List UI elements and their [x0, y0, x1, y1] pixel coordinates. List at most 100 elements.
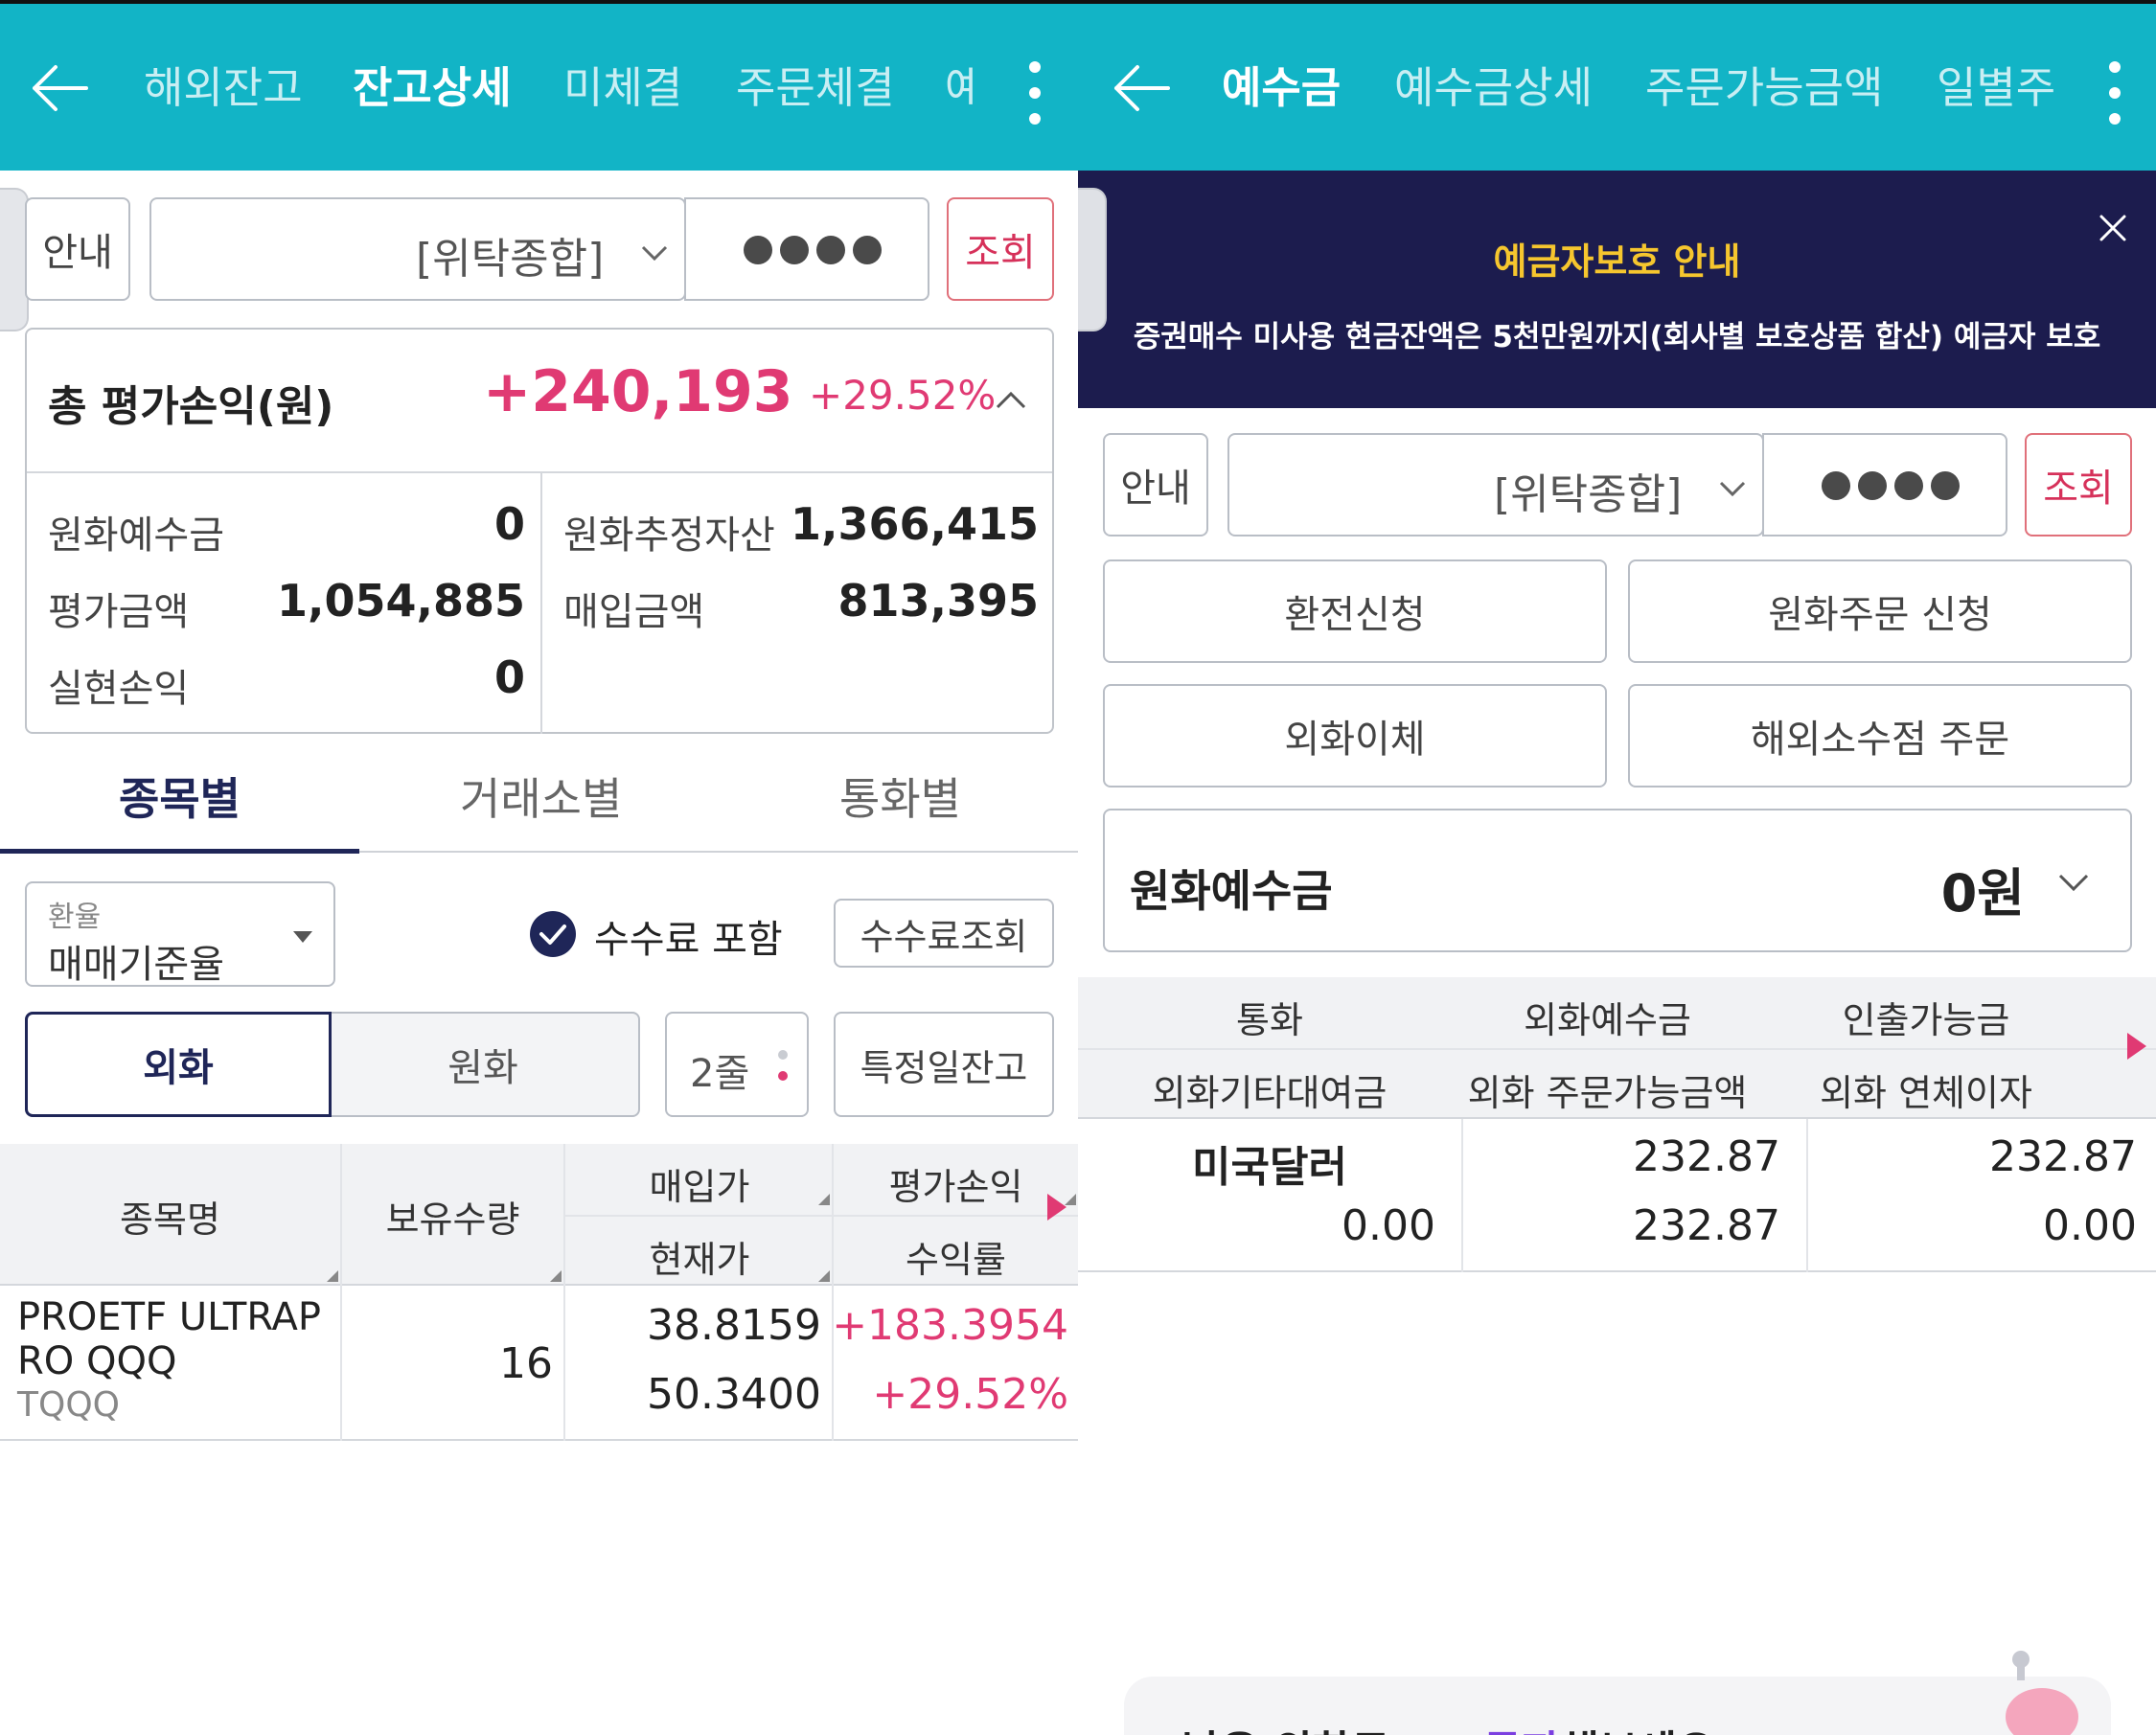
- col-header-current-price[interactable]: 현재가: [565, 1230, 834, 1283]
- checkbox-checked-icon[interactable]: [529, 910, 577, 958]
- currency-exchange-button[interactable]: 환전신청: [1103, 559, 1607, 663]
- withdrawable-value: 232.87: [1989, 1132, 2137, 1181]
- caret-down-icon: [293, 931, 312, 943]
- col-header-currency[interactable]: 통화: [1078, 991, 1461, 1043]
- col-header-name[interactable]: 종목명: [0, 1190, 340, 1243]
- notice-body: 증권매수 미사용 현금잔액은 5천만원까지(회사별 보호상품 합산) 예금자 보…: [1133, 320, 2101, 354]
- summary-header[interactable]: 총 평가손익(원) +240,193 +29.52%: [27, 330, 1052, 473]
- balance-detail-screen: 해외잔고 잔고상세 미체결 주문체결 예 안내 [위탁종합] 조회 총 평가손익…: [0, 0, 1078, 1735]
- col-header-fx-overdue-interest[interactable]: 외화 연체이자: [1754, 1063, 2099, 1116]
- password-mask: [1822, 471, 1960, 500]
- total-pl-percent: +29.52%: [809, 372, 997, 419]
- nav-tab-order-execution[interactable]: 주문체결: [736, 61, 895, 115]
- side-drawer-handle[interactable]: [1078, 188, 1107, 331]
- password-mask: [744, 236, 882, 264]
- password-field[interactable]: [684, 197, 929, 301]
- specific-date-balance-button[interactable]: 특정일잔고: [834, 1012, 1054, 1117]
- nav-tab-unfilled[interactable]: 미체결: [563, 61, 682, 115]
- foreign-currency-toggle[interactable]: 외화: [25, 1012, 332, 1117]
- info-button[interactable]: 안내: [25, 197, 130, 301]
- dot-indicator-icon: [778, 1050, 788, 1060]
- col-header-withdrawable[interactable]: 인출가능금: [1754, 991, 2099, 1043]
- krw-deposit-panel[interactable]: 원화예수금 0원: [1103, 809, 2132, 952]
- summary-divider: [540, 473, 542, 734]
- col-header-fx-orderable[interactable]: 외화 주문가능금액: [1442, 1063, 1773, 1116]
- deposit-screen: 예수금 예수금상세 주문가능금액 일별주 예금자보호 안내 증권매수 미사용 현…: [1078, 0, 2156, 1735]
- col-header-return[interactable]: 수익률: [834, 1230, 1078, 1283]
- depositor-protection-notice: 예금자보호 안내 증권매수 미사용 현금잔액은 5천만원까지(회사별 보호상품 …: [1078, 171, 2156, 408]
- promo-text-prefix: 남은 외화로: [1181, 1727, 1405, 1735]
- nav-tab-deposit-detail[interactable]: 예수금상세: [1394, 61, 1593, 115]
- promo-text-suffix: 해보세요!: [1560, 1727, 1734, 1735]
- sort-icon: [327, 1270, 338, 1282]
- info-button[interactable]: 안내: [1103, 433, 1208, 536]
- nav-tab-balance-detail[interactable]: 잔고상세: [353, 61, 512, 115]
- nav-tab-partial[interactable]: 예: [945, 61, 974, 115]
- col-header-pl[interactable]: 평가손익: [834, 1157, 1078, 1210]
- fx-other-loan-value: 0.00: [1342, 1201, 1435, 1250]
- col-separator: [1806, 1119, 1808, 1272]
- active-tab-indicator: [0, 849, 359, 854]
- col-separator: [340, 1286, 342, 1441]
- tab-by-stock[interactable]: 종목별: [119, 765, 241, 828]
- buy-price-value: 38.8159: [647, 1301, 821, 1350]
- exchange-rate-select[interactable]: 환율 매매기준율: [25, 881, 335, 987]
- exchange-rate-label: 환율: [48, 901, 102, 934]
- table-row[interactable]: PROETF ULTRAP RO QQQ TQQQ 16 38.8159 50.…: [0, 1286, 1078, 1441]
- tab-by-exchange[interactable]: 거래소별: [460, 765, 622, 828]
- holdings-table-header: 종목명 보유수량 매입가 현재가 평가손익 수익률: [0, 1144, 1078, 1286]
- profit-summary-card: 총 평가손익(원) +240,193 +29.52% 원화예수금 0 원화추정자…: [25, 328, 1054, 734]
- fx-transfer-button[interactable]: 외화이체: [1103, 684, 1607, 788]
- col-header-quantity[interactable]: 보유수량: [340, 1190, 565, 1243]
- promo-link[interactable]: RP 투자: [1405, 1727, 1560, 1735]
- krw-order-request-button[interactable]: 원화주문 신청: [1628, 559, 2132, 663]
- table-row[interactable]: 미국달러 0.00 232.87 232.87 232.87 0.00: [1078, 1119, 2156, 1272]
- nav-tab-daily[interactable]: 일별주: [1937, 61, 2055, 115]
- row-count-button[interactable]: 2줄: [665, 1012, 809, 1117]
- col-header-fx-deposit[interactable]: 외화예수금: [1461, 991, 1754, 1043]
- more-vertical-icon[interactable]: [2105, 59, 2124, 126]
- purchase-amount-label: 매입금액: [563, 590, 705, 634]
- chevron-up-icon[interactable]: [995, 389, 1027, 410]
- krw-deposit-label: 원화예수금: [48, 514, 224, 558]
- sort-icon: [550, 1270, 562, 1282]
- fx-orderable-value: 232.87: [1633, 1201, 1780, 1250]
- col-header-fx-other-loan[interactable]: 외화기타대여금: [1078, 1063, 1461, 1116]
- stock-ticker: TQQQ: [17, 1385, 120, 1425]
- fee-include-label: 수수료 포함: [594, 918, 783, 962]
- promo-text: 남은 외화로 RP 투자해보세요!: [1181, 1717, 1734, 1735]
- tab-by-currency[interactable]: 통화별: [839, 765, 961, 828]
- nav-tab-deposit[interactable]: 예수금: [1222, 61, 1341, 115]
- valuation-label: 평가금액: [48, 590, 190, 634]
- col-separator: [1461, 1119, 1463, 1272]
- password-field[interactable]: [1762, 433, 2007, 536]
- query-button[interactable]: 조회: [947, 197, 1054, 301]
- back-arrow-icon[interactable]: [27, 61, 94, 115]
- notice-title: 예금자보호 안내: [1493, 240, 1741, 283]
- purchase-amount-value: 813,395: [837, 575, 1039, 627]
- col-separator: [563, 1286, 565, 1441]
- rp-investment-banner[interactable]: 남은 외화로 RP 투자해보세요!: [1124, 1651, 2111, 1735]
- nav-tab-overseas-balance[interactable]: 해외잔고: [144, 61, 303, 115]
- fx-deposit-value: 232.87: [1633, 1132, 1780, 1181]
- col-header-buy-price[interactable]: 매입가: [565, 1157, 834, 1210]
- stock-name-line1: PROETF ULTRAP: [17, 1295, 321, 1339]
- scroll-right-icon[interactable]: [1047, 1194, 1067, 1221]
- close-icon[interactable]: [2094, 209, 2132, 247]
- account-type-select[interactable]: [위탁종합]: [1227, 433, 1764, 536]
- fractional-order-button[interactable]: 해외소수점 주문: [1628, 684, 2132, 788]
- account-type-select[interactable]: [위탁종합]: [149, 197, 686, 301]
- nav-tab-orderable-amount[interactable]: 주문가능금액: [1645, 61, 1883, 115]
- krw-toggle[interactable]: 원화: [326, 1012, 640, 1117]
- more-vertical-icon[interactable]: [1025, 59, 1044, 126]
- krw-estimated-assets-value: 1,366,415: [791, 498, 1039, 550]
- scroll-right-icon[interactable]: [2127, 1033, 2146, 1060]
- krw-estimated-assets-label: 원화추정자산: [563, 514, 775, 558]
- sort-icon: [818, 1270, 830, 1282]
- back-arrow-icon[interactable]: [1109, 61, 1176, 115]
- exchange-rate-value: 매매기준율: [48, 943, 224, 987]
- query-button[interactable]: 조회: [2025, 433, 2132, 536]
- fee-query-button[interactable]: 수수료조회: [834, 899, 1054, 968]
- chevron-down-icon: [2058, 874, 2089, 892]
- chevron-down-icon: [641, 245, 668, 262]
